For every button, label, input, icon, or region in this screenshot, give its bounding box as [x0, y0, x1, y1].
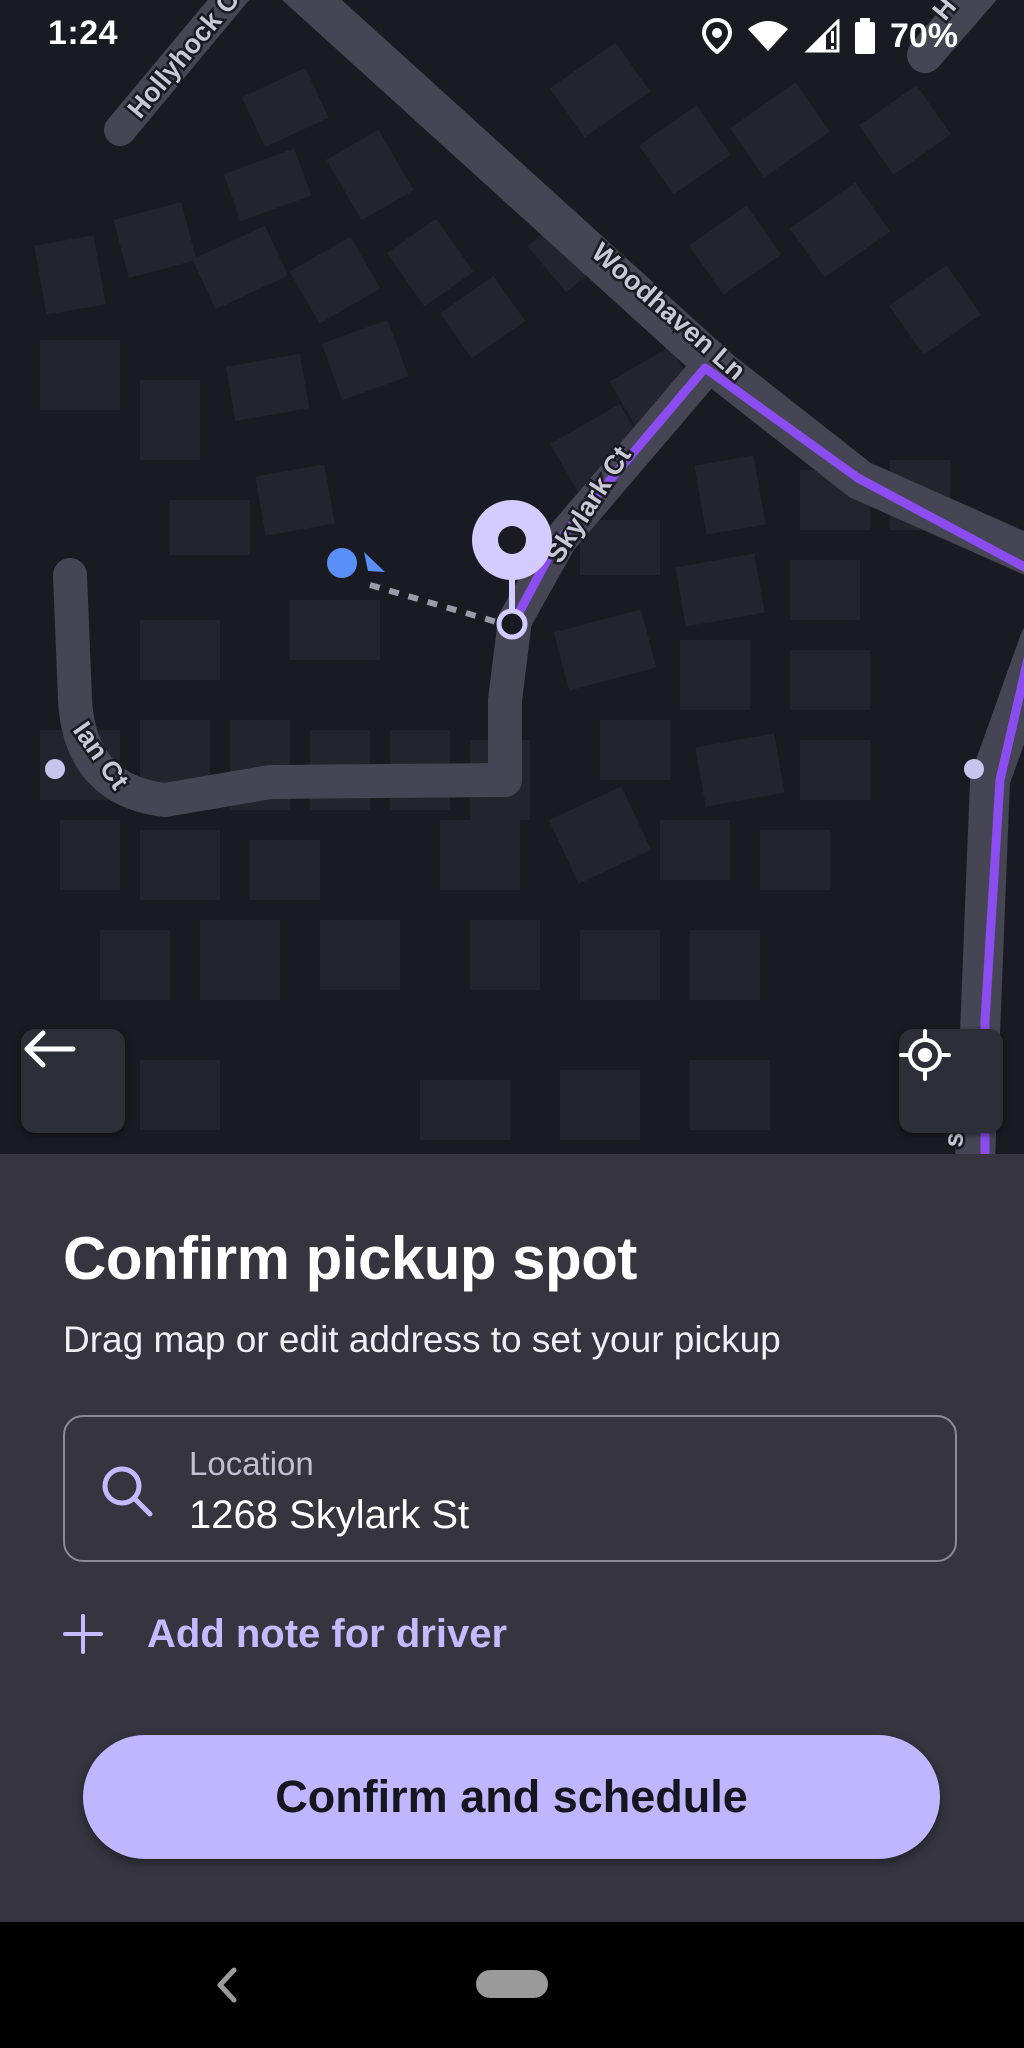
location-value[interactable]: 1268 Skylark St — [189, 1493, 469, 1538]
confirm-button-label: Confirm and schedule — [275, 1771, 748, 1822]
system-nav-bar — [0, 1922, 1024, 2048]
location-label: Location — [189, 1445, 314, 1482]
add-note-button[interactable]: Add note for driver — [63, 1604, 507, 1664]
wifi-icon — [747, 21, 788, 51]
nav-home-pill[interactable] — [476, 1970, 548, 1998]
arrow-left-icon — [24, 1030, 76, 1068]
back-button[interactable] — [21, 1029, 125, 1133]
status-bar: 1:24 70% — [0, 0, 1024, 72]
plus-icon — [63, 1614, 103, 1654]
page-title: Confirm pickup spot — [63, 1225, 637, 1292]
pickup-sheet: Confirm pickup spot Drag map or edit add… — [0, 1154, 1024, 1922]
nav-back-icon[interactable] — [212, 1962, 242, 2008]
add-note-label: Add note for driver — [147, 1611, 508, 1656]
status-icons: 70% — [701, 14, 958, 58]
location-field[interactable]: Location 1268 Skylark St — [63, 1415, 957, 1562]
location-icon — [701, 18, 732, 54]
map-canvas[interactable]: Hollyhock C Woodhaven Ln Skylark Ct Ian … — [0, 0, 1024, 1154]
cell-signal-icon — [804, 19, 840, 53]
page-subtitle: Drag map or edit address to set your pic… — [63, 1319, 781, 1360]
map-view[interactable]: Hollyhock C Woodhaven Ln Skylark Ct Ian … — [0, 0, 1024, 1154]
waypoint-dot — [45, 759, 65, 779]
battery-percent: 70% — [889, 16, 958, 55]
screen: Hollyhock C Woodhaven Ln Skylark Ct Ian … — [0, 0, 1024, 2048]
status-time: 1:24 — [48, 14, 119, 52]
street-label-right-edge: s — [938, 1131, 969, 1149]
search-icon — [102, 1466, 153, 1517]
confirm-and-schedule-button[interactable]: Confirm and schedule — [83, 1735, 940, 1859]
battery-icon — [854, 18, 875, 54]
recenter-button[interactable] — [899, 1029, 1003, 1133]
crosshair-icon — [899, 1029, 951, 1081]
waypoint-dot — [964, 759, 984, 779]
